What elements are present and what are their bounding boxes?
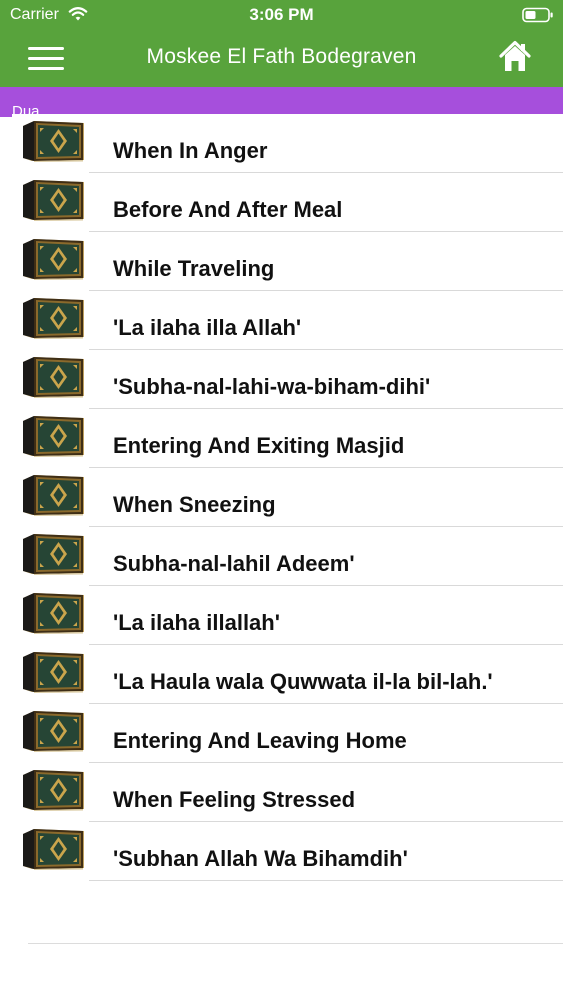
list-item[interactable]: Before And After Meal [12,173,563,232]
quran-book-icon [22,828,84,870]
quran-book-icon [22,179,84,221]
list-item-label: 'La ilaha illa Allah' [113,315,302,340]
quran-book-icon [22,651,84,693]
quran-book-icon [22,533,84,575]
list-item[interactable]: 'Subha-nal-lahi-wa-biham-dihi' [12,350,563,409]
list-item[interactable]: 'La ilaha illa Allah' [12,291,563,350]
page-title: Moskee El Fath Bodegraven [146,45,417,68]
quran-book-icon [22,474,84,516]
row-divider [89,880,563,881]
list-item[interactable]: When Sneezing [12,468,563,527]
list-item-label: 'Subha-nal-lahi-wa-biham-dihi' [113,374,431,399]
list-item-label: Before And After Meal [113,197,343,222]
list-item-label: 'Subhan Allah Wa Bihamdih' [113,846,408,871]
list-item[interactable]: When Feeling Stressed [12,763,563,822]
footer-divider [28,943,563,944]
list-item-label: Subha-nal-lahil Adeem' [113,551,355,576]
quran-book-icon [22,297,84,339]
list-item-label: When Sneezing [113,492,276,517]
navigation-bar: Moskee El Fath Bodegraven [0,30,563,87]
list-item[interactable]: Entering And Leaving Home [12,704,563,763]
list-item-label: When Feeling Stressed [113,787,356,812]
dua-list: When In Anger Before And After Meal While … [12,114,563,1000]
home-icon[interactable] [498,39,532,73]
status-bar: Carrier 3:06 PM [0,0,563,30]
quran-book-icon [22,592,84,634]
quran-book-icon [22,710,84,752]
list-item[interactable]: While Traveling [12,232,563,291]
list-item-label: 'La ilaha illallah' [113,610,280,635]
list-item-label: Entering And Leaving Home [113,728,407,753]
list-item-label: 'La Haula wala Quwwata il-la bil-lah.' [113,669,493,694]
list-item-label: When In Anger [113,138,268,163]
quran-book-icon [22,120,84,162]
quran-book-icon [22,356,84,398]
list-item[interactable]: When In Anger [12,114,563,173]
list-item[interactable]: 'La ilaha illallah' [12,586,563,645]
quran-book-icon [22,415,84,457]
list-item[interactable]: Entering And Exiting Masjid [12,409,563,468]
list-item[interactable]: 'La Haula wala Quwwata il-la bil-lah.' [12,645,563,704]
section-header: Dua [0,87,563,117]
quran-book-icon [22,238,84,280]
battery-icon [522,7,553,23]
list-item[interactable]: 'Subhan Allah Wa Bihamdih' [12,822,563,881]
list-item-label: While Traveling [113,256,275,281]
list-item-label: Entering And Exiting Masjid [113,433,405,458]
status-time: 3:06 PM [249,5,314,24]
quran-book-icon [22,769,84,811]
list-item[interactable]: Subha-nal-lahil Adeem' [12,527,563,586]
